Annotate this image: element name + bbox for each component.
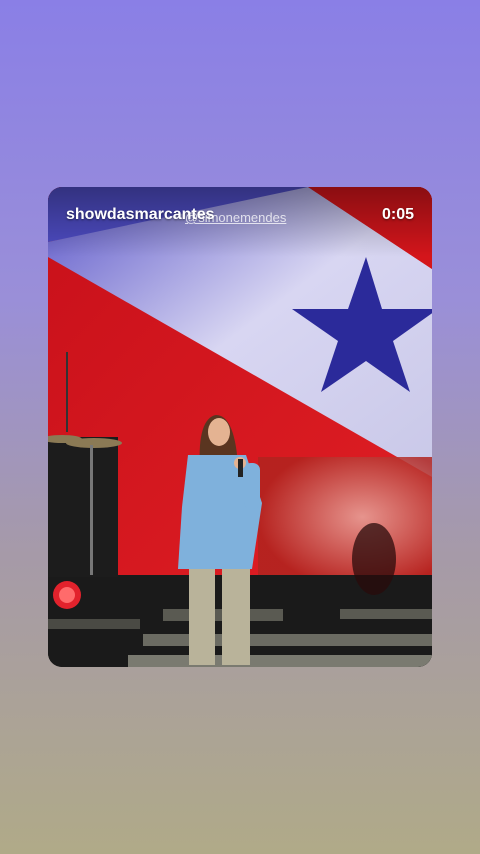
video-watermark: @simonemendes <box>185 210 287 225</box>
concert-video-frame <box>48 187 432 667</box>
story-video-card[interactable]: showdasmarcantes @simonemendes 0:05 <box>48 187 432 667</box>
video-timer: 0:05 <box>381 206 414 223</box>
glitter-texture <box>258 457 432 577</box>
